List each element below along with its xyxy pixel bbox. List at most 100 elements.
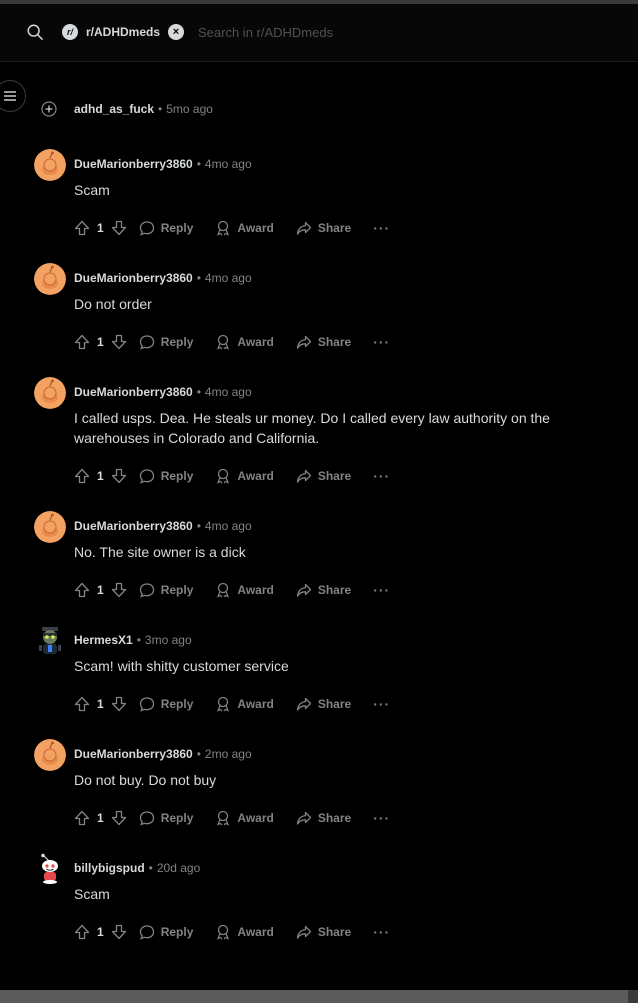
comment-body: I called usps. Dea. He steals ur money. … (74, 410, 550, 446)
upvote-icon[interactable] (74, 468, 90, 484)
comment-timestamp[interactable]: 4mo ago (205, 385, 252, 399)
snoo-avatar-icon (34, 377, 66, 409)
upvote-icon[interactable] (74, 810, 90, 826)
award-label: Award (237, 335, 274, 349)
comment-actions: 1 Reply Award Share ··· (74, 922, 390, 942)
custom-snoo-avatar-icon (34, 625, 66, 657)
comment-meta: DueMarionberry3860 • 4mo ago (74, 271, 252, 285)
vote-count: 1 (97, 811, 104, 825)
reply-label: Reply (160, 925, 194, 939)
downvote-icon[interactable] (111, 334, 127, 350)
downvote-icon[interactable] (111, 468, 127, 484)
more-options-icon[interactable]: ··· (373, 696, 390, 712)
comment-meta: DueMarionberry3860 • 4mo ago (74, 157, 252, 171)
reply-button[interactable]: Reply (139, 924, 194, 940)
comment-author[interactable]: DueMarionberry3860 (74, 271, 193, 285)
award-button[interactable]: Award (215, 468, 274, 484)
share-button[interactable]: Share (296, 582, 351, 598)
award-button[interactable]: Award (215, 696, 274, 712)
reply-icon (139, 811, 154, 826)
downvote-icon[interactable] (111, 582, 127, 598)
clear-filter-icon[interactable]: × (168, 24, 185, 40)
comment-author[interactable]: adhd_as_fuck (74, 102, 154, 116)
award-label: Award (237, 221, 274, 235)
more-options-icon[interactable]: ··· (373, 810, 390, 826)
more-options-icon[interactable]: ··· (373, 468, 390, 484)
award-button[interactable]: Award (215, 220, 274, 236)
upvote-icon[interactable] (74, 696, 90, 712)
more-options-icon[interactable]: ··· (373, 220, 390, 236)
comment-author[interactable]: HermesX1 (74, 633, 133, 647)
reply-button[interactable]: Reply (139, 582, 193, 598)
comment-timestamp[interactable]: 4mo ago (205, 271, 252, 285)
reply-button[interactable]: Reply (139, 810, 193, 826)
share-label: Share (317, 811, 352, 825)
more-options-icon[interactable]: ··· (373, 924, 390, 940)
award-button[interactable]: Award (215, 924, 274, 940)
reply-button[interactable]: Reply (139, 334, 193, 350)
avatar[interactable] (34, 263, 66, 295)
comment-author[interactable]: DueMarionberry3860 (74, 157, 193, 171)
sidebar-toggle-button[interactable] (0, 80, 26, 112)
reply-button[interactable]: Reply (139, 696, 193, 712)
scrollbar-thumb[interactable] (0, 990, 628, 1003)
reply-icon (139, 335, 154, 350)
comment-body: Do not order (74, 296, 152, 312)
search-input[interactable] (190, 18, 506, 46)
snoo-avatar-icon (34, 149, 66, 181)
comment-timestamp[interactable]: 4mo ago (205, 157, 252, 171)
more-options-icon[interactable]: ··· (373, 582, 390, 598)
share-button[interactable]: Share (296, 468, 351, 484)
comment-timestamp[interactable]: 2mo ago (205, 747, 252, 761)
share-label: Share (317, 469, 352, 483)
downvote-icon[interactable] (111, 924, 127, 940)
reply-button[interactable]: Reply (139, 220, 193, 236)
award-button[interactable]: Award (215, 810, 274, 826)
snoo-avatar-icon (34, 511, 66, 543)
expand-thread-icon[interactable] (41, 101, 57, 117)
avatar[interactable] (34, 739, 66, 771)
avatar[interactable] (34, 377, 66, 409)
share-icon (296, 221, 311, 235)
upvote-icon[interactable] (74, 334, 90, 350)
comment-body: Do not buy. Do not buy (74, 772, 217, 788)
share-button[interactable]: Share (296, 810, 351, 826)
meta-separator: • (196, 747, 201, 761)
comment-timestamp[interactable]: 20d ago (157, 861, 200, 875)
award-button[interactable]: Award (215, 334, 274, 350)
comment-body: No. The site owner is a dick (74, 544, 246, 560)
comment-body: Scam! with shitty customer service (74, 658, 289, 674)
share-button[interactable]: Share (296, 924, 351, 940)
comment-timestamp[interactable]: 3mo ago (145, 633, 192, 647)
subreddit-filter-chip[interactable]: r/ r/ADHDmeds × (62, 22, 185, 42)
downvote-icon[interactable] (111, 220, 127, 236)
upvote-icon[interactable] (74, 582, 90, 598)
avatar[interactable] (34, 149, 66, 181)
share-button[interactable]: Share (296, 334, 351, 350)
avatar[interactable] (34, 511, 66, 543)
downvote-icon[interactable] (111, 696, 127, 712)
vote-group: 1 (74, 334, 127, 350)
upvote-icon[interactable] (74, 924, 90, 940)
comment-author[interactable]: billybigspud (74, 861, 145, 875)
comment-author[interactable]: DueMarionberry3860 (74, 519, 193, 533)
upvote-icon[interactable] (74, 220, 90, 236)
share-button[interactable]: Share (296, 696, 351, 712)
share-icon (296, 925, 311, 939)
comment-author[interactable]: DueMarionberry3860 (74, 385, 193, 399)
horizontal-scrollbar[interactable] (0, 990, 638, 1003)
collapsed-comment[interactable]: adhd_as_fuck • 5mo ago (41, 99, 213, 119)
comment-timestamp[interactable]: 5mo ago (166, 102, 213, 116)
more-options-icon[interactable]: ··· (373, 334, 390, 350)
avatar[interactable] (34, 853, 66, 885)
award-button[interactable]: Award (215, 582, 274, 598)
reply-icon (139, 469, 154, 484)
share-button[interactable]: Share (296, 220, 351, 236)
comment-timestamp[interactable]: 4mo ago (205, 519, 252, 533)
avatar[interactable] (34, 625, 66, 657)
comment-author[interactable]: DueMarionberry3860 (74, 747, 193, 761)
reply-button[interactable]: Reply (139, 468, 193, 484)
downvote-icon[interactable] (111, 810, 127, 826)
comment-actions: 1 Reply Award Share ··· (74, 466, 390, 486)
search-icon[interactable] (26, 23, 44, 41)
